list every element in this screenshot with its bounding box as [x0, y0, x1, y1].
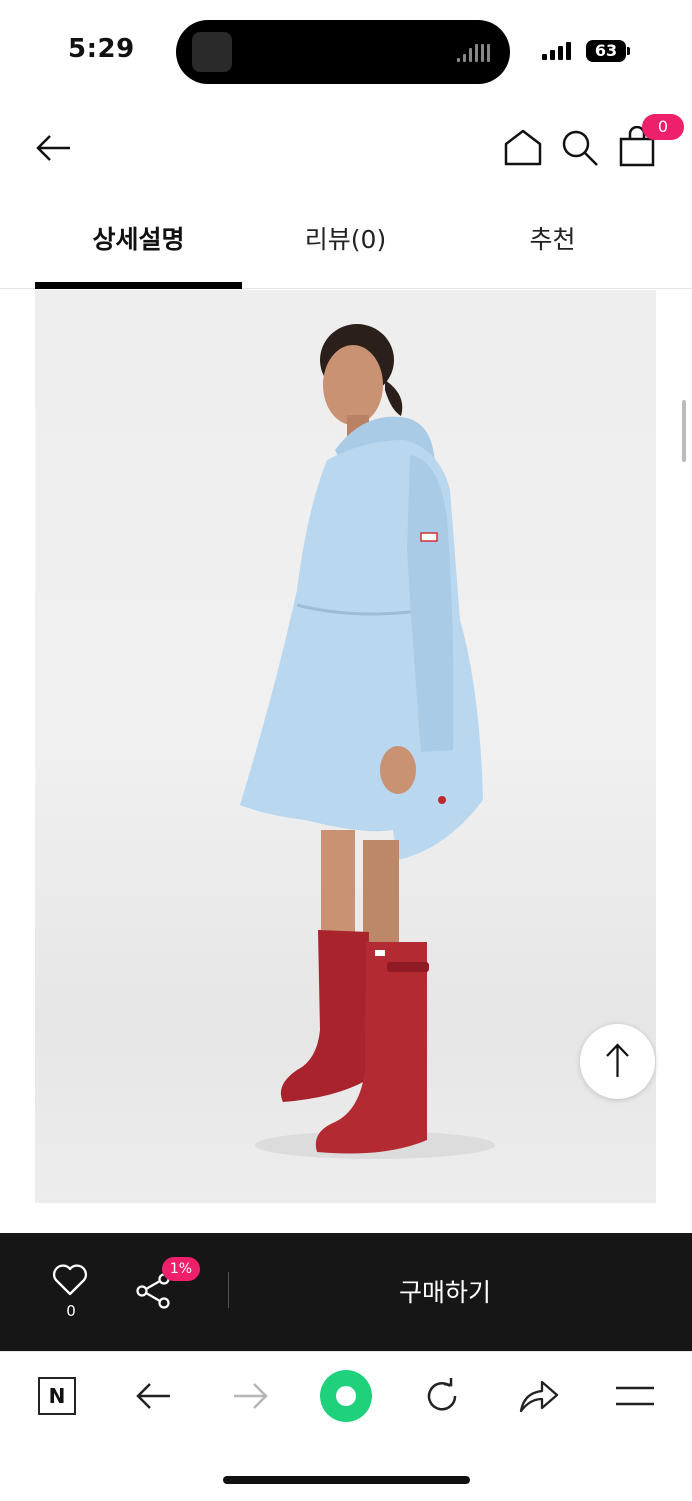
cellular-signal-icon	[542, 42, 571, 60]
battery-indicator: 63	[586, 40, 626, 62]
menu-icon[interactable]	[614, 1384, 656, 1408]
tab-recommend[interactable]: 추천	[449, 220, 656, 256]
now-playing-thumbnail	[192, 32, 232, 72]
active-tab-indicator	[35, 282, 242, 289]
dynamic-island	[176, 20, 510, 84]
share-arrow-icon[interactable]	[518, 1377, 560, 1415]
tab-review[interactable]: 리뷰(0)	[242, 220, 449, 256]
tab-detail[interactable]: 상세설명	[35, 220, 242, 256]
forward-icon[interactable]	[232, 1380, 268, 1412]
scroll-to-top-button[interactable]	[580, 1024, 655, 1099]
green-dot-center	[336, 1386, 356, 1406]
battery-tip	[627, 47, 630, 55]
green-dot-icon[interactable]	[320, 1370, 372, 1422]
scrollbar-thumb[interactable]	[682, 400, 686, 462]
home-indicator[interactable]	[223, 1476, 470, 1484]
share-reward-badge: 1%	[162, 1257, 200, 1281]
audio-wave-icon	[457, 44, 490, 62]
search-icon[interactable]	[560, 128, 600, 168]
purchase-bar-divider	[228, 1272, 229, 1308]
home-icon[interactable]	[503, 128, 543, 166]
cart-count-badge: 0	[642, 114, 684, 140]
arrow-up-icon	[606, 1043, 629, 1077]
arrow-left-icon[interactable]	[36, 132, 72, 164]
naver-logo-icon[interactable]: N	[38, 1377, 76, 1415]
product-photo	[35, 290, 656, 1203]
heart-icon[interactable]	[52, 1263, 88, 1297]
model-illustration	[240, 324, 495, 1159]
wish-count: 0	[66, 1302, 76, 1320]
back-icon[interactable]	[136, 1380, 172, 1412]
buy-button[interactable]: 구매하기	[240, 1260, 650, 1324]
reload-icon[interactable]	[422, 1376, 462, 1416]
status-time: 5:29	[68, 34, 135, 64]
